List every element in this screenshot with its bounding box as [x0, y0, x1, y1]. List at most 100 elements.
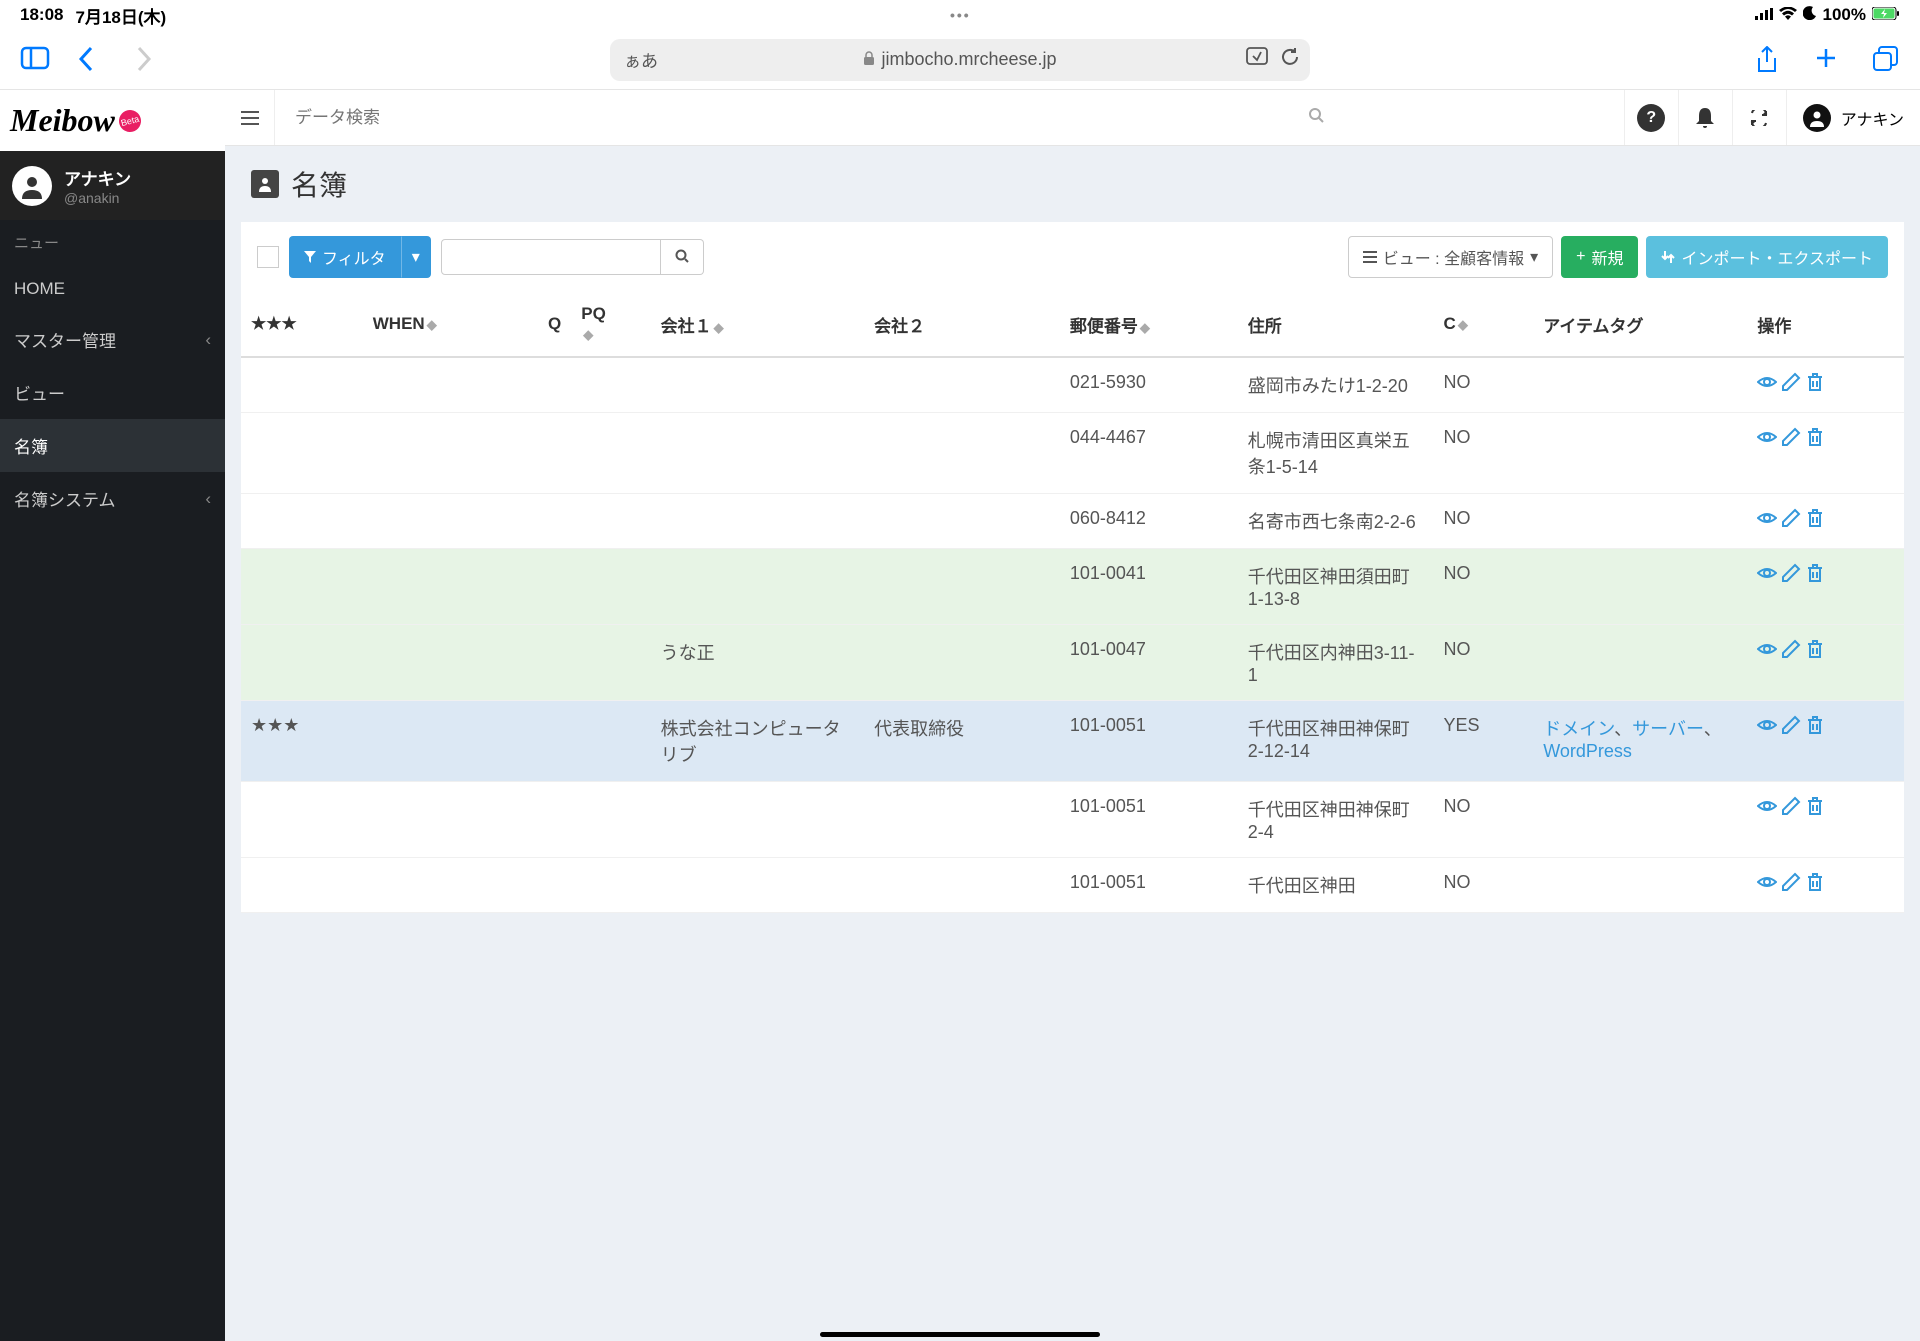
cell-company2: 代表取締役: [864, 701, 1060, 782]
view-icon[interactable]: [1757, 427, 1777, 452]
global-search[interactable]: [275, 108, 1624, 128]
delete-icon[interactable]: [1805, 372, 1825, 397]
battery-icon: [1872, 5, 1900, 25]
delete-icon[interactable]: [1805, 427, 1825, 452]
edit-icon[interactable]: [1781, 639, 1801, 664]
col-postal[interactable]: 郵便番号◆: [1060, 292, 1238, 357]
user-menu[interactable]: アナキン: [1786, 90, 1920, 145]
col-address[interactable]: 住所: [1238, 292, 1434, 357]
sidebar-user-panel[interactable]: アナキン @anakin: [0, 151, 225, 220]
tag-link[interactable]: WordPress: [1543, 741, 1632, 761]
table-row[interactable]: 044-4467 札幌市清田区真栄五条1-5-14 NO: [241, 413, 1904, 494]
tabs-icon[interactable]: [1872, 46, 1900, 74]
view-icon[interactable]: [1757, 715, 1777, 740]
view-icon[interactable]: [1757, 508, 1777, 533]
sidebar-item-meibo-system[interactable]: 名簿システム‹: [0, 472, 225, 525]
sidebar-item-meibo[interactable]: 名簿: [0, 419, 225, 472]
moon-icon: [1803, 5, 1817, 25]
delete-icon[interactable]: [1805, 872, 1825, 897]
ios-status-bar: 18:08 7月18日(木) ••• 100%: [0, 0, 1920, 30]
search-icon[interactable]: [1308, 107, 1324, 128]
table-row[interactable]: ★★★ 株式会社コンピュータリブ 代表取締役 101-0051 千代田区神田神保…: [241, 701, 1904, 782]
cell-tags: ドメイン、サーバー、WordPress: [1533, 701, 1747, 782]
table-search-button[interactable]: [661, 239, 704, 275]
col-company2[interactable]: 会社２: [864, 292, 1060, 357]
select-all-checkbox[interactable]: [257, 246, 279, 268]
home-indicator[interactable]: [820, 1332, 1100, 1337]
col-c[interactable]: C◆: [1434, 292, 1534, 357]
col-company1[interactable]: 会社１◆: [651, 292, 865, 357]
table-row[interactable]: うな正 101-0047 千代田区内神田3-11-1 NO: [241, 625, 1904, 701]
col-star[interactable]: ★★★: [241, 292, 363, 357]
sidebar-item-home[interactable]: HOME: [0, 265, 225, 313]
table-search-input[interactable]: [441, 239, 661, 275]
view-icon[interactable]: [1757, 796, 1777, 821]
sidebar-item-view[interactable]: ビュー: [0, 366, 225, 419]
delete-icon[interactable]: [1805, 715, 1825, 740]
view-selector-button[interactable]: ビュー : 全顧客情報 ▾: [1348, 236, 1553, 278]
edit-icon[interactable]: [1781, 715, 1801, 740]
new-button[interactable]: +新規: [1561, 236, 1638, 278]
table-row[interactable]: 060-8412 名寄市西七条南2-2-6 NO: [241, 494, 1904, 549]
delete-icon[interactable]: [1805, 508, 1825, 533]
app-sidebar: Meibow Beta アナキン @anakin ニュー HOME マスター管理…: [0, 90, 225, 1341]
tag-link[interactable]: サーバー: [1632, 719, 1704, 739]
col-when[interactable]: WHEN◆: [363, 292, 512, 357]
view-icon[interactable]: [1757, 563, 1777, 588]
col-pq[interactable]: PQ◆: [571, 292, 650, 357]
view-icon[interactable]: [1757, 872, 1777, 897]
table-row[interactable]: 021-5930 盛岡市みたけ1-2-20 NO: [241, 357, 1904, 413]
signal-icon: [1755, 5, 1773, 25]
filter-button[interactable]: フィルタ: [289, 236, 401, 278]
cell-when: [363, 625, 512, 701]
delete-icon[interactable]: [1805, 796, 1825, 821]
hamburger-button[interactable]: [225, 90, 275, 145]
share-icon[interactable]: [1756, 46, 1784, 74]
search-input[interactable]: [295, 108, 1604, 128]
multitask-dots[interactable]: •••: [950, 7, 971, 23]
table-row[interactable]: 101-0041 千代田区神田須田町1-13-8 NO: [241, 549, 1904, 625]
edit-icon[interactable]: [1781, 796, 1801, 821]
help-button[interactable]: ?: [1624, 90, 1678, 145]
table-row[interactable]: 101-0051 千代田区神田 NO: [241, 858, 1904, 913]
new-tab-icon[interactable]: [1814, 46, 1842, 74]
filter-dropdown-button[interactable]: ▾: [401, 236, 431, 278]
edit-icon[interactable]: [1781, 563, 1801, 588]
page-header: 名簿: [225, 146, 1920, 222]
sidebar-section-label: ニュー: [0, 220, 225, 265]
cell-company2: [864, 625, 1060, 701]
cell-c: NO: [1434, 549, 1534, 625]
col-q[interactable]: Q: [512, 292, 571, 357]
view-icon[interactable]: [1757, 639, 1777, 664]
cell-q: [512, 858, 571, 913]
address-bar[interactable]: ぁあ jimbocho.mrcheese.jp: [610, 39, 1310, 81]
cell-tags: [1533, 625, 1747, 701]
notifications-button[interactable]: [1678, 90, 1732, 145]
text-size-button[interactable]: ぁあ: [624, 47, 658, 72]
edit-icon[interactable]: [1781, 508, 1801, 533]
reload-icon[interactable]: [1280, 47, 1300, 72]
import-export-button[interactable]: インポート・エクスポート: [1646, 236, 1888, 278]
cell-star: [241, 549, 363, 625]
tag-link[interactable]: ドメイン: [1543, 719, 1614, 739]
sidebar-item-master[interactable]: マスター管理‹: [0, 313, 225, 366]
cell-tags: [1533, 357, 1747, 413]
sidebar-user-handle: @anakin: [64, 190, 131, 206]
cell-pq: [571, 782, 650, 858]
wifi-icon: [1779, 5, 1797, 25]
delete-icon[interactable]: [1805, 563, 1825, 588]
back-icon[interactable]: [78, 46, 106, 74]
edit-icon[interactable]: [1781, 427, 1801, 452]
app-logo[interactable]: Meibow Beta: [0, 90, 225, 151]
edit-icon[interactable]: [1781, 372, 1801, 397]
avatar: [12, 166, 52, 206]
table-row[interactable]: 101-0051 千代田区神田神保町2-4 NO: [241, 782, 1904, 858]
sidebar-toggle-icon[interactable]: [20, 46, 48, 74]
extension-icon[interactable]: [1246, 47, 1268, 72]
cell-address: 千代田区神田神保町2-12-14: [1238, 701, 1434, 782]
delete-icon[interactable]: [1805, 639, 1825, 664]
refresh-button[interactable]: [1732, 90, 1786, 145]
view-icon[interactable]: [1757, 372, 1777, 397]
edit-icon[interactable]: [1781, 872, 1801, 897]
col-tags[interactable]: アイテムタグ: [1533, 292, 1747, 357]
